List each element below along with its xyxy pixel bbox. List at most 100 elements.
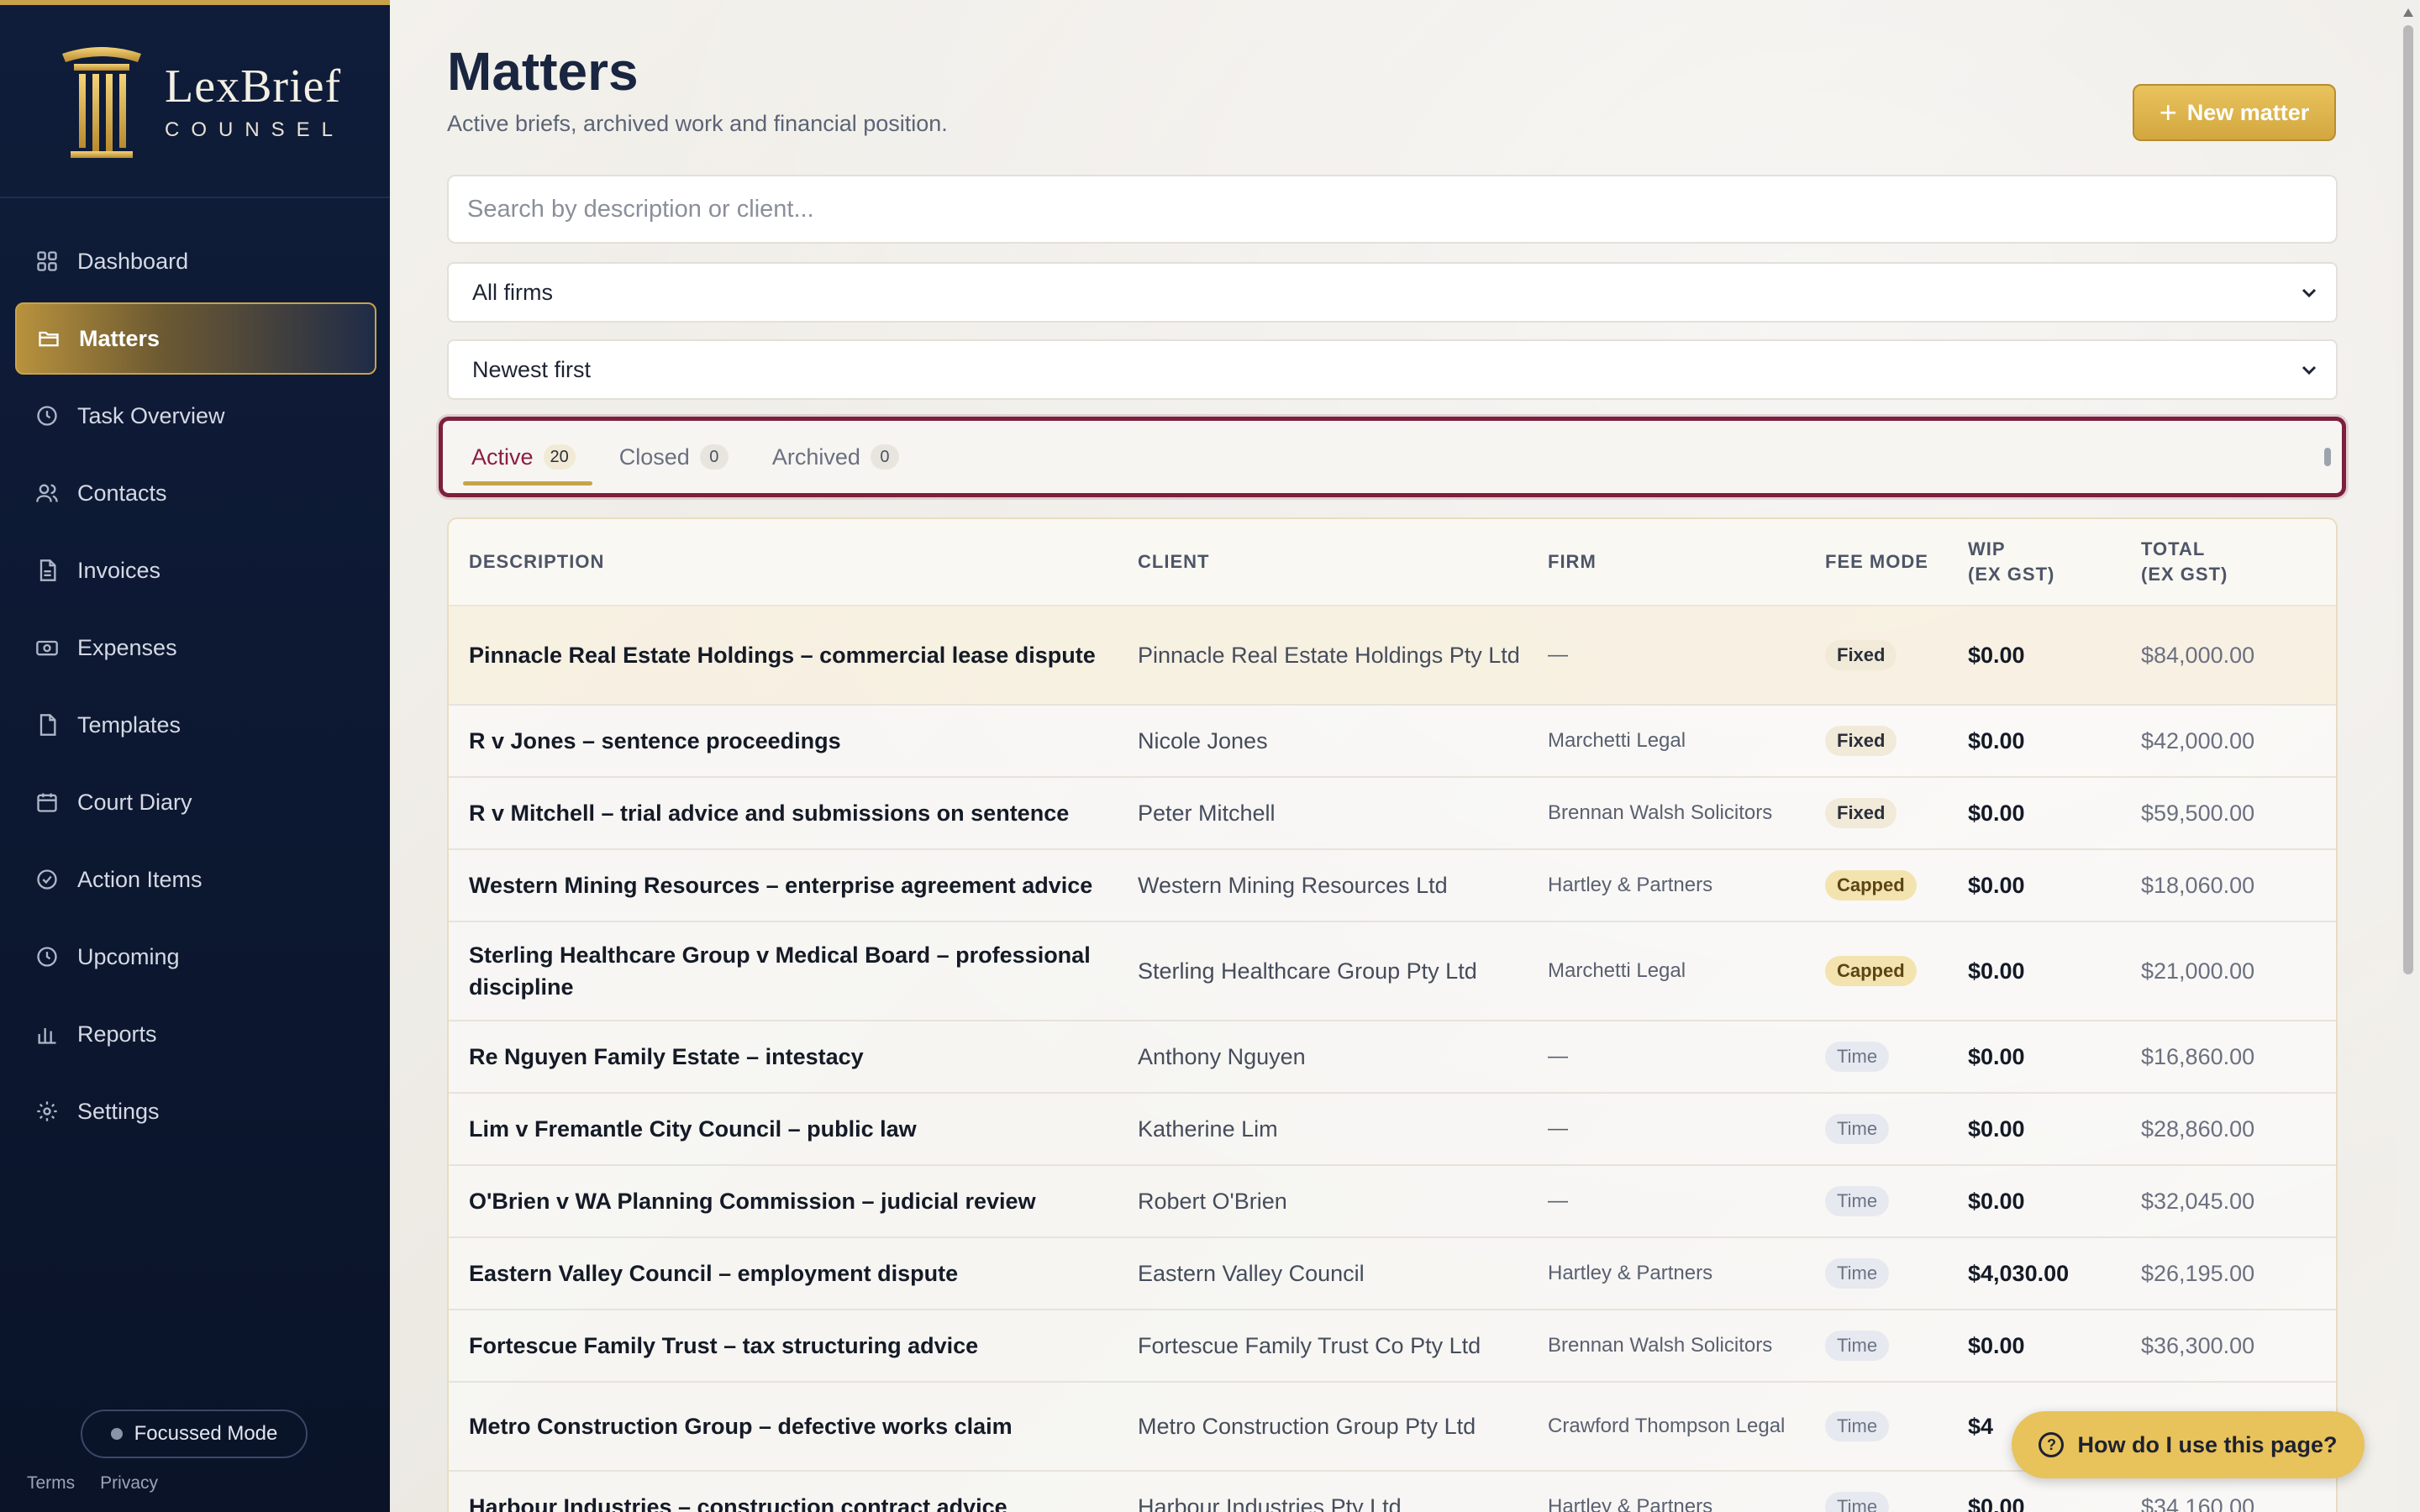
- tabs-scrollbar[interactable]: [2322, 429, 2333, 488]
- col-header-firm[interactable]: FIRM: [1548, 549, 1825, 575]
- fee-mode-badge: Time: [1825, 1042, 1890, 1072]
- table-row[interactable]: Eastern Valley Council – employment disp…: [449, 1238, 2336, 1310]
- sidebar-item-label: Task Overview: [77, 402, 225, 428]
- matter-total: $28,860.00: [2141, 1116, 2255, 1142]
- matter-client: Anthony Nguyen: [1138, 1044, 1306, 1069]
- table-header: DESCRIPTION CLIENT FIRM FEE MODE WIP (EX…: [449, 519, 2336, 606]
- sidebar-item-label: Matters: [79, 325, 160, 351]
- fee-mode-cell: Capped: [1825, 870, 1968, 900]
- tab-label: Archived: [771, 444, 860, 470]
- matter-total: $16,860.00: [2141, 1043, 2255, 1069]
- sidebar-item-court-diary[interactable]: Court Diary: [15, 766, 376, 838]
- matter-total: $42,000.00: [2141, 727, 2255, 753]
- fee-mode-cell: Time: [1825, 1492, 1968, 1512]
- calendar-icon: [35, 790, 59, 814]
- fee-mode-badge: Capped: [1825, 956, 1917, 986]
- matter-wip: $0.00: [1968, 800, 2025, 826]
- col-header-client[interactable]: CLIENT: [1138, 549, 1548, 575]
- matter-description: Metro Construction Group – defective wor…: [469, 1414, 1013, 1439]
- table-row[interactable]: Re Nguyen Family Estate – intestacy Antho…: [449, 1021, 2336, 1094]
- matter-firm: Marchetti Legal: [1548, 729, 1686, 752]
- brand[interactable]: LexBrief COUNSEL: [0, 5, 390, 198]
- matter-description: O'Brien v WA Planning Commission – judic…: [469, 1189, 1036, 1214]
- question-icon: ?: [2039, 1432, 2065, 1457]
- table-row[interactable]: Western Mining Resources – enterprise ag…: [449, 850, 2336, 922]
- gear-icon: [35, 1100, 59, 1123]
- document-icon: [35, 559, 59, 582]
- terms-link[interactable]: Terms: [27, 1473, 75, 1494]
- fee-mode-badge: Time: [1825, 1492, 1890, 1512]
- sidebar-item-expenses[interactable]: Expenses: [15, 612, 376, 684]
- matter-total: $36,300.00: [2141, 1332, 2255, 1358]
- sidebar-item-action-items[interactable]: Action Items: [15, 843, 376, 916]
- help-label: How do I use this page?: [2077, 1431, 2338, 1457]
- matter-wip: $4,030.00: [1968, 1260, 2070, 1286]
- page-scrollbar[interactable]: [2396, 0, 2420, 1512]
- sidebar-item-matters[interactable]: Matters: [15, 302, 376, 375]
- new-matter-button[interactable]: + New matter: [2133, 84, 2336, 141]
- sidebar-item-contacts[interactable]: Contacts: [15, 457, 376, 529]
- sidebar-item-label: Templates: [77, 711, 182, 738]
- fee-mode-cell: Fixed: [1825, 726, 1968, 756]
- help-button[interactable]: ? How do I use this page?: [2012, 1411, 2365, 1478]
- sort-select[interactable]: Newest first: [447, 339, 2338, 400]
- file-icon: [35, 713, 59, 737]
- chevron-down-icon: [2302, 365, 2317, 375]
- matter-client: Katherine Lim: [1138, 1116, 1278, 1142]
- table-row[interactable]: Sterling Healthcare Group v Medical Boar…: [449, 922, 2336, 1021]
- scrollbar-thumb[interactable]: [2403, 25, 2413, 974]
- sidebar-item-label: Invoices: [77, 557, 161, 583]
- sidebar-item-task-overview[interactable]: Task Overview: [15, 380, 376, 452]
- sidebar-item-label: Expenses: [77, 634, 177, 660]
- search-input[interactable]: Search by description or client...: [447, 175, 2338, 244]
- fee-mode-cell: Time: [1825, 1411, 1968, 1441]
- matter-total: $32,045.00: [2141, 1188, 2255, 1214]
- sidebar-item-invoices[interactable]: Invoices: [15, 534, 376, 606]
- matter-client: Harbour Industries Pty Ltd: [1138, 1494, 1402, 1512]
- matter-wip: $0.00: [1968, 1332, 2025, 1358]
- privacy-link[interactable]: Privacy: [100, 1473, 158, 1494]
- col-header-fee-mode[interactable]: FEE MODE: [1825, 549, 1968, 575]
- table-row[interactable]: R v Jones – sentence proceedings Nicole J…: [449, 706, 2336, 778]
- matter-description: R v Mitchell – trial advice and submissi…: [469, 801, 1070, 826]
- col-header-wip[interactable]: WIP (EX GST): [1968, 537, 2141, 587]
- firm-filter-select[interactable]: All firms: [447, 262, 2338, 323]
- money-icon: [35, 636, 59, 659]
- matter-firm: —: [1548, 643, 1568, 666]
- sidebar-item-dashboard[interactable]: Dashboard: [15, 225, 376, 297]
- matter-client: Western Mining Resources Ltd: [1138, 873, 1448, 898]
- focussed-mode-button[interactable]: Focussed Mode: [81, 1410, 308, 1458]
- table-row[interactable]: Pinnacle Real Estate Holdings – commerci…: [449, 606, 2336, 706]
- sidebar-item-templates[interactable]: Templates: [15, 689, 376, 761]
- tab-active[interactable]: Active 20: [463, 432, 592, 486]
- sidebar-item-reports[interactable]: Reports: [15, 998, 376, 1070]
- col-header-description[interactable]: DESCRIPTION: [449, 549, 1138, 575]
- tab-count-badge: 0: [699, 444, 729, 470]
- tab-label: Closed: [618, 444, 690, 470]
- fee-mode-cell: Fixed: [1825, 798, 1968, 828]
- table-row[interactable]: Fortescue Family Trust – tax structuring…: [449, 1310, 2336, 1383]
- table-row[interactable]: R v Mitchell – trial advice and submissi…: [449, 778, 2336, 850]
- matters-table: DESCRIPTION CLIENT FIRM FEE MODE WIP (EX…: [447, 517, 2338, 1512]
- status-dot-icon: [110, 1428, 123, 1440]
- tab-count-badge: 20: [543, 444, 576, 470]
- table-row[interactable]: O'Brien v WA Planning Commission – judic…: [449, 1166, 2336, 1238]
- sidebar-item-upcoming[interactable]: Upcoming: [15, 921, 376, 993]
- sidebar-item-settings[interactable]: Settings: [15, 1075, 376, 1147]
- table-row[interactable]: Lim v Fremantle City Council – public la…: [449, 1094, 2336, 1166]
- matter-client: Pinnacle Real Estate Holdings Pty Ltd: [1138, 643, 1520, 668]
- scroll-up-arrow-icon[interactable]: [2403, 8, 2413, 17]
- matter-description: Re Nguyen Family Estate – intestacy: [469, 1044, 864, 1069]
- matter-firm: Hartley & Partners: [1548, 1495, 1713, 1512]
- sidebar-item-label: Dashboard: [77, 248, 189, 274]
- bar-chart-icon: [35, 1022, 59, 1046]
- matter-description: Fortescue Family Trust – tax structuring…: [469, 1333, 979, 1358]
- matter-total: $59,500.00: [2141, 800, 2255, 826]
- col-header-total[interactable]: TOTAL (EX GST): [2141, 537, 2334, 587]
- tab-closed[interactable]: Closed 0: [611, 432, 745, 482]
- tab-archived[interactable]: Archived 0: [764, 432, 916, 482]
- fee-mode-badge: Time: [1825, 1331, 1890, 1361]
- matter-description: Lim v Fremantle City Council – public la…: [469, 1116, 917, 1142]
- sort-value: Newest first: [472, 356, 592, 382]
- tab-label: Active: [471, 444, 534, 470]
